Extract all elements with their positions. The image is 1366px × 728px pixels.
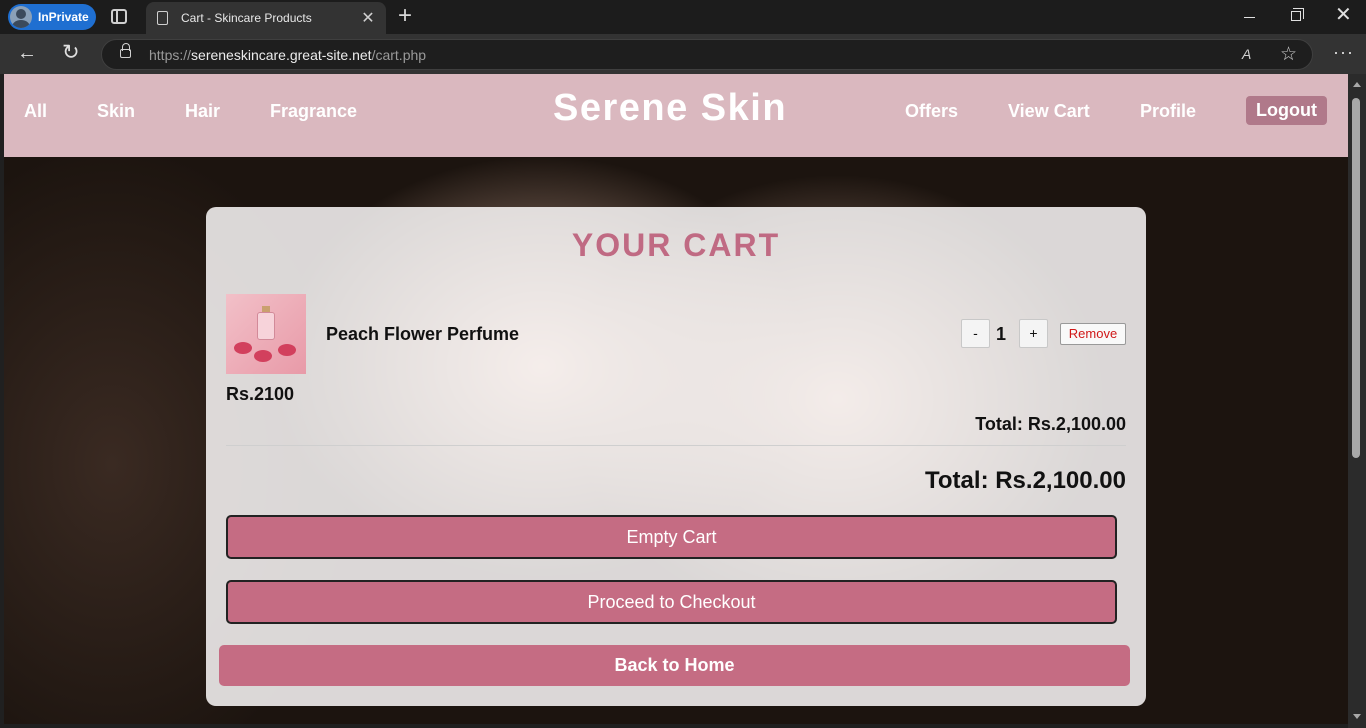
new-tab-button[interactable]: + xyxy=(398,3,412,29)
product-price: Rs.2100 xyxy=(226,384,295,404)
tab-close-icon[interactable]: ✕ xyxy=(358,8,378,28)
window-minimize-icon[interactable] xyxy=(1244,17,1255,18)
page-scrollbar[interactable] xyxy=(1348,74,1366,728)
nav-hair[interactable]: Hair xyxy=(185,101,220,122)
window-restore-icon[interactable] xyxy=(1291,8,1304,21)
product-name: Peach Flower Perfume xyxy=(326,324,520,344)
url-text: https://sereneskincare.great-site.net/ca… xyxy=(149,47,426,63)
nav-view-cart[interactable]: View Cart xyxy=(1008,101,1090,122)
address-toolbar: ← ↻ https://sereneskincare.great-site.ne… xyxy=(0,34,1366,74)
quantity-decrease-button[interactable]: - xyxy=(961,319,990,348)
remove-item-button[interactable]: Remove xyxy=(1060,323,1126,345)
url-scheme: https:// xyxy=(149,47,192,63)
divider xyxy=(226,445,1126,446)
scroll-down-icon[interactable] xyxy=(1353,714,1361,719)
inprivate-badge[interactable]: InPrivate xyxy=(8,4,96,30)
read-aloud-icon[interactable]: A xyxy=(1242,46,1251,62)
nav-profile[interactable]: Profile xyxy=(1140,101,1196,122)
inprivate-label: InPrivate xyxy=(38,10,89,24)
quantity-value: 1 xyxy=(996,324,1007,344)
url-path: /cart.php xyxy=(371,47,427,63)
product-image xyxy=(226,294,306,374)
favorite-star-icon[interactable]: ☆ xyxy=(1280,43,1297,66)
tab-cart[interactable]: Cart - Skincare Products ✕ xyxy=(146,2,386,34)
window-close-icon[interactable]: ✕ xyxy=(1335,5,1352,25)
quantity-increase-button[interactable]: + xyxy=(1019,319,1048,348)
tab-title: Cart - Skincare Products xyxy=(181,11,312,25)
nav-skin[interactable]: Skin xyxy=(97,101,135,122)
url-field[interactable]: https://sereneskincare.great-site.net/ca… xyxy=(101,39,1313,70)
cart-panel: YOUR CART Peach Flower Perfume - 1 + Rem… xyxy=(206,207,1146,706)
nav-offers[interactable]: Offers xyxy=(905,101,958,122)
refresh-icon[interactable]: ↻ xyxy=(62,40,80,65)
brand-logo[interactable]: Serene Skin xyxy=(553,87,787,130)
profile-avatar-icon xyxy=(10,6,32,28)
nav-fragrance[interactable]: Fragrance xyxy=(270,101,357,122)
page-viewport: All Skin Hair Fragrance Serene Skin Offe… xyxy=(4,74,1348,724)
browser-tab-strip: InPrivate Cart - Skincare Products ✕ + ✕ xyxy=(0,0,1366,34)
item-total: Total: Rs.2,100.00 xyxy=(975,414,1126,434)
checkout-button[interactable]: Proceed to Checkout xyxy=(226,580,1117,624)
nav-all[interactable]: All xyxy=(24,101,47,122)
url-host: sereneskincare.great-site.net xyxy=(191,47,372,63)
site-header: All Skin Hair Fragrance Serene Skin Offe… xyxy=(4,74,1348,157)
cart-grand-total: Total: Rs.2,100.00 xyxy=(925,467,1126,494)
logout-button[interactable]: Logout xyxy=(1246,96,1327,125)
lock-icon[interactable] xyxy=(120,43,131,58)
back-arrow-icon[interactable]: ← xyxy=(17,42,37,65)
back-to-home-button[interactable]: Back to Home xyxy=(219,645,1130,686)
page-icon xyxy=(157,11,168,25)
cart-title: YOUR CART xyxy=(571,227,781,263)
empty-cart-button[interactable]: Empty Cart xyxy=(226,515,1117,559)
scroll-thumb[interactable] xyxy=(1352,98,1360,458)
tab-actions-icon[interactable] xyxy=(111,9,127,24)
scroll-up-icon[interactable] xyxy=(1353,82,1361,87)
more-menu-icon[interactable]: ··· xyxy=(1333,42,1354,63)
